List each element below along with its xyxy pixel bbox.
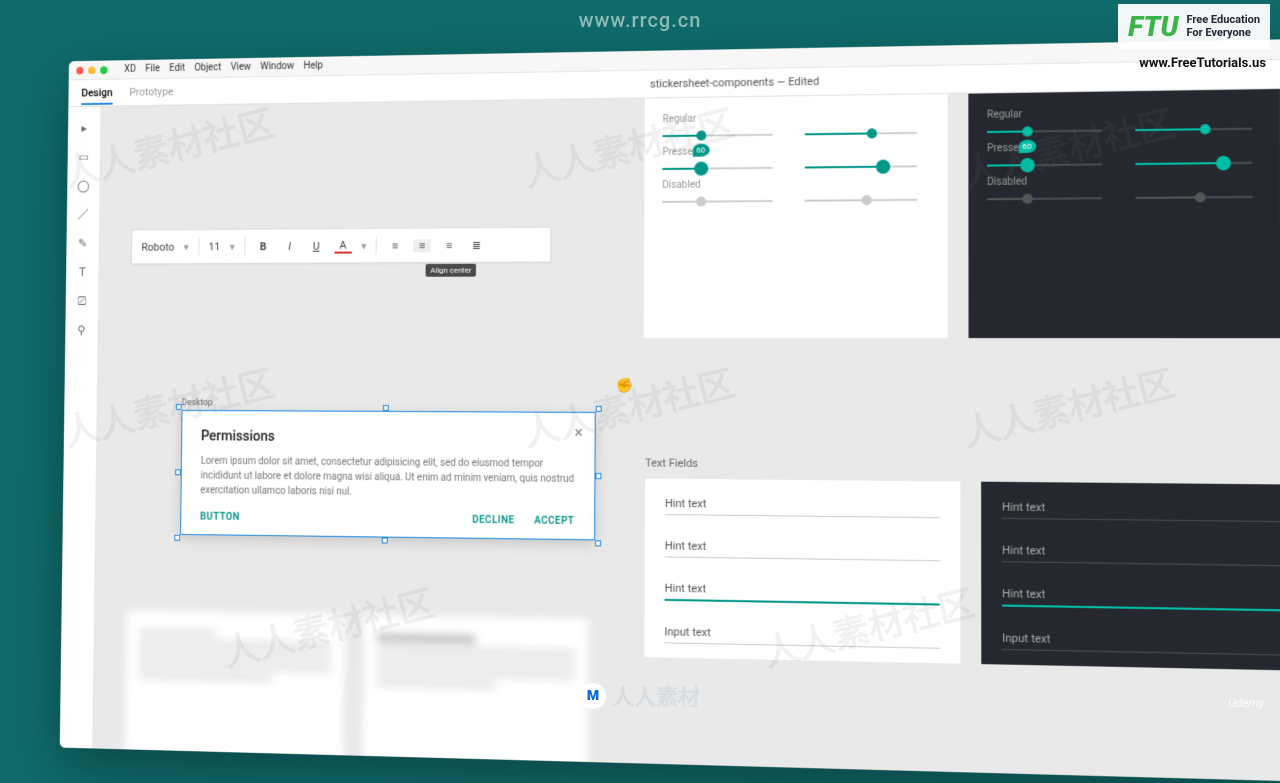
dialog-artboard[interactable]: Desktop × Permissions Lorem ipsum dolor …: [180, 396, 596, 540]
text-fields-section-label: Text Fields: [645, 456, 698, 470]
slider-dark-disabled-a: [987, 197, 1102, 200]
select-tool-icon[interactable]: ▸: [77, 120, 92, 136]
hand-cursor-icon: ✊: [616, 378, 633, 394]
ftu-url: www.FreeTutorials.us: [1139, 56, 1266, 71]
bold-button[interactable]: B: [255, 240, 272, 253]
align-center-icon[interactable]: ≡: [413, 239, 430, 252]
app-window: XD File Edit Object View Window Help Des…: [60, 38, 1280, 782]
align-tooltip: Align center: [426, 264, 477, 277]
decline-button[interactable]: DECLINE: [472, 515, 514, 526]
slider-regular-a[interactable]: [662, 134, 772, 137]
tab-design[interactable]: Design: [81, 86, 113, 105]
close-icon[interactable]: ×: [574, 423, 583, 442]
font-family-select[interactable]: Roboto: [141, 240, 174, 253]
slider-dark-pressed-b[interactable]: [1135, 162, 1252, 165]
sliders-dark-artboard[interactable]: Regular Pressed 60 Disabled: [968, 89, 1280, 338]
menu-edit[interactable]: Edit: [169, 63, 185, 74]
dialog-button-left[interactable]: BUTTON: [200, 512, 240, 523]
slider-disabled-a: [662, 200, 772, 203]
accept-button[interactable]: ACCEPT: [534, 516, 574, 528]
align-right-icon[interactable]: ≡: [440, 239, 458, 252]
pen-tool-icon[interactable]: ✎: [75, 236, 90, 251]
textfield-dark-hint-focus[interactable]: Hint text: [1002, 583, 1280, 612]
slider-dark-regular-a[interactable]: [987, 130, 1102, 133]
align-left-icon[interactable]: ≡: [386, 239, 403, 252]
document-title: stickersheet-components — Edited: [650, 75, 819, 91]
top-watermark-url: www.rrcg.cn: [579, 8, 702, 32]
text-fields-light[interactable]: Hint text Hint text Hint text Input text: [644, 479, 960, 664]
renren-logo-icon: M: [580, 683, 606, 709]
menu-window[interactable]: Window: [260, 61, 294, 72]
zoom-tool-icon[interactable]: ⚲: [74, 322, 89, 337]
menu-help[interactable]: Help: [303, 61, 323, 72]
text-tool-icon[interactable]: T: [75, 265, 90, 280]
align-justify-icon[interactable]: ≣: [468, 238, 486, 251]
tab-prototype[interactable]: Prototype: [129, 85, 173, 98]
blurred-cards: [125, 610, 589, 780]
app-name: XD: [124, 64, 136, 75]
artboard-tool-icon[interactable]: ⎚: [74, 293, 89, 308]
ellipse-tool-icon[interactable]: ◯: [76, 178, 91, 194]
dialog-title: Permissions: [201, 429, 575, 447]
permissions-dialog[interactable]: × Permissions Lorem ipsum dolor sit amet…: [180, 410, 596, 540]
menu-view[interactable]: View: [231, 62, 251, 73]
textfield-hint-1[interactable]: Hint text: [665, 493, 940, 518]
textfield-dark-hint-2[interactable]: Hint text: [1002, 540, 1280, 567]
sliders-light-artboard[interactable]: Regular Pressed 60 Disabled: [644, 94, 948, 338]
slider-regular-b[interactable]: [805, 132, 917, 135]
menu-object[interactable]: Object: [194, 62, 221, 73]
renren-watermark: M 人人素材: [580, 680, 700, 712]
slider-dark-disabled-b: [1136, 196, 1253, 199]
slider-dark-pressed-a[interactable]: 60: [987, 163, 1102, 166]
textfield-hint-focus[interactable]: Hint text: [665, 578, 940, 606]
dialog-body: Lorem ipsum dolor sit amet, consectetur …: [200, 454, 574, 502]
slider-state-disabled: Disabled: [662, 173, 929, 195]
textfield-input[interactable]: Input text: [664, 621, 939, 649]
textfield-dark-input[interactable]: Input text: [1002, 627, 1280, 655]
slider-dark-regular-b[interactable]: [1135, 128, 1252, 132]
menu-file[interactable]: File: [145, 63, 160, 74]
underline-button[interactable]: U: [308, 239, 325, 252]
font-size-select[interactable]: 11: [208, 240, 220, 253]
ftu-badge: FTU Free EducationFor Everyone: [1118, 4, 1270, 49]
canvas[interactable]: Roboto▾ 11▾ B I U A▾ ≡ ≡ ≡ ≣ Align cente…: [93, 89, 1280, 781]
udemy-watermark: Udemy: [1228, 696, 1264, 710]
line-tool-icon[interactable]: ／: [76, 207, 91, 223]
rect-tool-icon[interactable]: ▭: [76, 149, 91, 165]
slider-pressed-a[interactable]: 60: [662, 167, 772, 170]
italic-button[interactable]: I: [281, 240, 298, 253]
ftu-logo: FTU: [1128, 10, 1178, 43]
text-format-toolbar: Roboto▾ 11▾ B I U A▾ ≡ ≡ ≡ ≣: [131, 227, 551, 265]
slider-disabled-b: [805, 199, 917, 202]
slider-pressed-b[interactable]: [805, 165, 917, 168]
textfield-hint-2[interactable]: Hint text: [665, 535, 940, 561]
slider-state-disabled-dark: Disabled: [987, 170, 1265, 192]
window-controls[interactable]: [76, 66, 107, 74]
text-color-button[interactable]: A: [334, 238, 351, 253]
text-fields-dark[interactable]: Hint text Hint text Hint text Input text: [981, 482, 1280, 671]
textfield-dark-hint-1[interactable]: Hint text: [1002, 496, 1280, 522]
